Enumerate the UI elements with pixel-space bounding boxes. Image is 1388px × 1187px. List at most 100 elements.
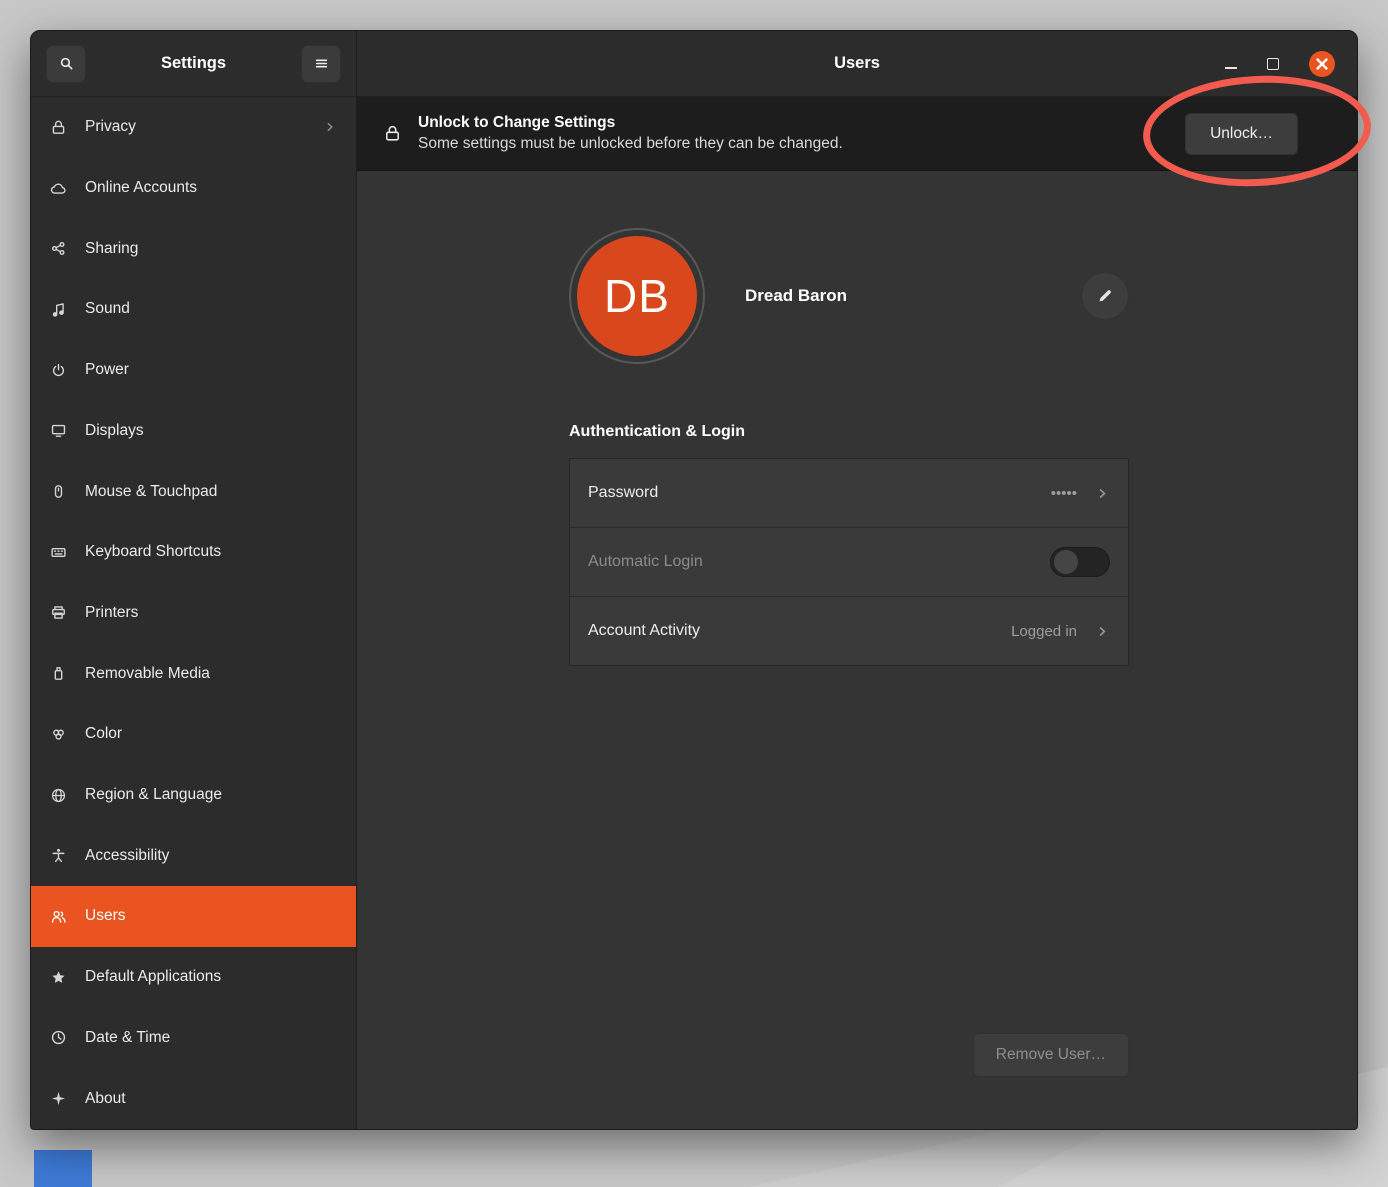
minimize-icon <box>1225 67 1237 69</box>
users-panel: DB Dread Baron Authentication & Login Pa… <box>357 171 1357 1129</box>
removable-media-icon <box>50 665 68 683</box>
decorative-blue-shape <box>34 1150 92 1187</box>
sidebar-item-label: Printers <box>85 604 138 622</box>
unlock-banner-title: Unlock to Change Settings <box>418 114 843 132</box>
sidebar-item-power[interactable]: Power <box>31 340 356 401</box>
unlock-banner-text: Unlock to Change Settings Some settings … <box>418 114 843 153</box>
user-full-name: Dread Baron <box>745 286 847 306</box>
menu-button[interactable] <box>301 45 341 83</box>
close-icon <box>1309 51 1335 77</box>
sidebar-item-label: Privacy <box>85 118 136 136</box>
cloud-icon <box>50 179 68 197</box>
sidebar-item-label: Region & Language <box>85 786 222 804</box>
account-activity-value: Logged in <box>1011 623 1077 640</box>
power-icon <box>50 361 68 379</box>
lock-icon <box>50 118 68 136</box>
sidebar-item-sound[interactable]: Sound <box>31 279 356 340</box>
settings-window: Settings Privacy <box>30 30 1358 1130</box>
sidebar-item-mouse-touchpad[interactable]: Mouse & Touchpad <box>31 461 356 522</box>
sparkle-icon <box>50 1090 68 1108</box>
sidebar-list: Privacy Online Accounts Sharing <box>31 97 356 1129</box>
toggle-knob <box>1054 550 1078 574</box>
star-icon <box>50 968 68 986</box>
mouse-icon <box>50 483 68 501</box>
share-icon <box>50 240 68 258</box>
avatar-ring: DB <box>569 228 705 364</box>
authentication-group: Password ••••• Automatic Login <box>569 458 1129 666</box>
sidebar: Settings Privacy <box>31 31 357 1129</box>
sidebar-item-removable-media[interactable]: Removable Media <box>31 643 356 704</box>
sidebar-title: Settings <box>86 54 301 73</box>
keyboard-icon <box>50 543 68 561</box>
automatic-login-label: Automatic Login <box>588 553 703 571</box>
main-pane: Users Unlock to Change Settings <box>357 31 1357 1129</box>
account-activity-label: Account Activity <box>588 622 700 640</box>
display-icon <box>50 422 68 440</box>
sidebar-item-label: Power <box>85 361 129 379</box>
unlock-button[interactable]: Unlock… <box>1185 113 1298 155</box>
sidebar-item-label: Date & Time <box>85 1029 170 1047</box>
search-icon <box>58 55 75 72</box>
password-dots: ••••• <box>1051 485 1077 502</box>
panel-actions: Remove User… <box>569 1033 1129 1077</box>
chevron-right-icon <box>1095 486 1110 501</box>
unlock-banner-subtitle: Some settings must be unlocked before th… <box>418 135 843 153</box>
sidebar-item-label: Accessibility <box>85 847 169 865</box>
sidebar-item-label: Default Applications <box>85 968 221 986</box>
account-activity-row[interactable]: Account Activity Logged in <box>570 597 1128 665</box>
avatar[interactable]: DB <box>577 236 697 356</box>
sidebar-item-label: Mouse & Touchpad <box>85 483 217 501</box>
window-controls <box>1225 51 1357 77</box>
chevron-right-icon <box>1095 624 1110 639</box>
sidebar-header: Settings <box>31 31 356 97</box>
sidebar-item-about[interactable]: About <box>31 1068 356 1129</box>
automatic-login-toggle[interactable] <box>1050 547 1110 577</box>
close-button[interactable] <box>1309 51 1335 77</box>
sidebar-item-label: Displays <box>85 422 144 440</box>
automatic-login-row: Automatic Login <box>570 528 1128 597</box>
sidebar-item-label: Users <box>85 907 125 925</box>
sidebar-item-default-applications[interactable]: Default Applications <box>31 947 356 1008</box>
sidebar-item-label: Removable Media <box>85 665 210 683</box>
pencil-icon <box>1096 287 1114 305</box>
remove-user-button[interactable]: Remove User… <box>973 1033 1129 1077</box>
maximize-button[interactable] <box>1267 58 1279 70</box>
section-title-authentication: Authentication & Login <box>569 423 745 441</box>
sidebar-item-label: Color <box>85 725 122 743</box>
accessibility-icon <box>50 847 68 865</box>
minimize-button[interactable] <box>1225 59 1237 69</box>
sidebar-item-displays[interactable]: Displays <box>31 401 356 462</box>
sidebar-item-keyboard-shortcuts[interactable]: Keyboard Shortcuts <box>31 522 356 583</box>
sidebar-item-users[interactable]: Users <box>31 886 356 947</box>
headerbar: Users <box>357 31 1357 97</box>
color-icon <box>50 725 68 743</box>
globe-icon <box>50 786 68 804</box>
sidebar-item-region-language[interactable]: Region & Language <box>31 765 356 826</box>
search-button[interactable] <box>46 45 86 83</box>
hamburger-menu-icon <box>313 55 330 72</box>
unlock-banner: Unlock to Change Settings Some settings … <box>357 97 1357 171</box>
clock-icon <box>50 1029 68 1047</box>
sidebar-item-accessibility[interactable]: Accessibility <box>31 825 356 886</box>
users-icon <box>50 907 68 925</box>
chevron-right-icon <box>323 120 337 134</box>
sidebar-item-label: Online Accounts <box>85 179 197 197</box>
sidebar-item-online-accounts[interactable]: Online Accounts <box>31 158 356 219</box>
maximize-icon <box>1267 58 1279 70</box>
sidebar-item-privacy[interactable]: Privacy <box>31 97 356 158</box>
sidebar-item-label: Sharing <box>85 240 138 258</box>
page-title: Users <box>357 54 1357 73</box>
sidebar-item-color[interactable]: Color <box>31 704 356 765</box>
sidebar-item-printers[interactable]: Printers <box>31 583 356 644</box>
user-profile: DB Dread Baron <box>569 226 1129 366</box>
password-label: Password <box>588 484 658 502</box>
edit-name-button[interactable] <box>1081 272 1129 320</box>
desktop: Settings Privacy <box>0 0 1388 1187</box>
sidebar-item-date-time[interactable]: Date & Time <box>31 1008 356 1069</box>
music-note-icon <box>50 300 68 318</box>
sidebar-item-label: Sound <box>85 300 130 318</box>
printer-icon <box>50 604 68 622</box>
sidebar-item-label: About <box>85 1090 126 1108</box>
password-row[interactable]: Password ••••• <box>570 459 1128 528</box>
sidebar-item-sharing[interactable]: Sharing <box>31 218 356 279</box>
